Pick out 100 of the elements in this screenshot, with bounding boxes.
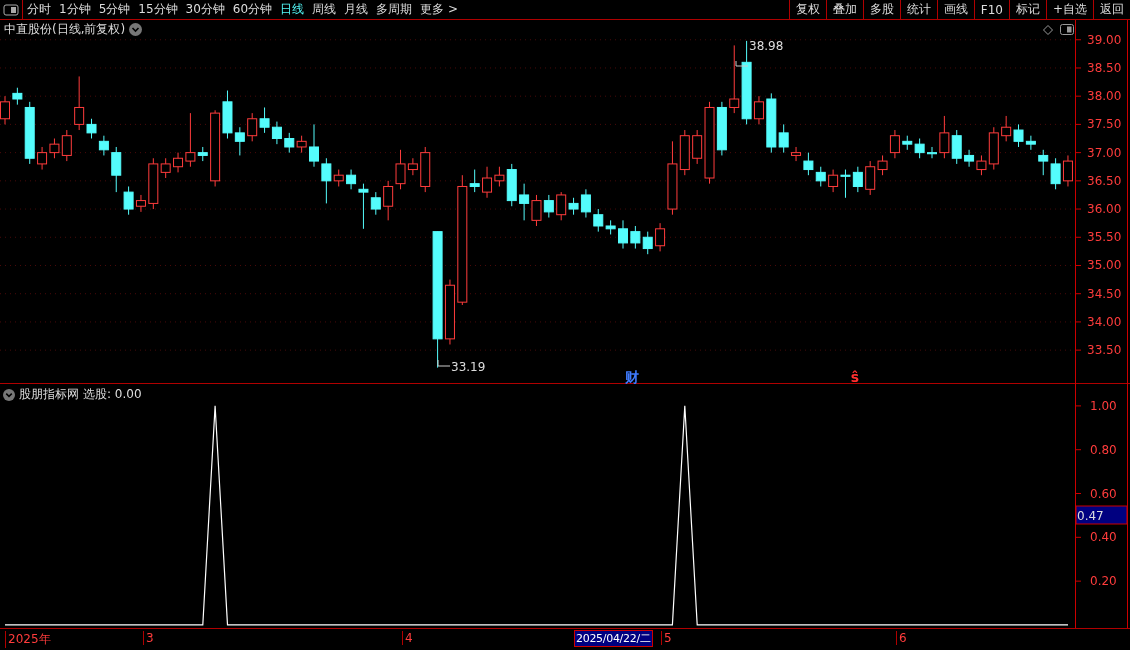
candlestick — [914, 138, 925, 159]
candlestick — [852, 166, 863, 193]
period-tab[interactable]: 更多 > — [416, 0, 462, 19]
price-axis-label: 34.00 — [1087, 314, 1122, 329]
candlestick — [889, 129, 900, 159]
candlestick — [778, 123, 789, 154]
price-axis-label: 36.00 — [1087, 202, 1122, 217]
candlestick — [271, 121, 282, 145]
candlestick — [1013, 123, 1024, 148]
candlestick — [543, 194, 554, 219]
indicator-value: 选股: 0.00 — [83, 386, 142, 403]
candlestick — [791, 146, 802, 162]
candlestick — [815, 166, 826, 187]
high-price-label: 38.98 — [749, 39, 784, 53]
candlestick — [111, 146, 122, 193]
period-tab[interactable]: 5分钟 — [94, 0, 135, 19]
toolbar-button[interactable]: 返回 — [1093, 0, 1130, 19]
toolbar-button[interactable]: 多股 — [862, 0, 900, 19]
period-tab[interactable]: 1分钟 — [55, 0, 95, 19]
toolbar-button[interactable]: 标记 — [1008, 0, 1046, 19]
layout-icon[interactable] — [0, 0, 23, 19]
candlestick — [160, 157, 171, 179]
candlestick — [519, 183, 530, 221]
price-axis-label: 39.00 — [1087, 32, 1122, 47]
event-marker[interactable]: 财 — [625, 369, 639, 384]
candlestick — [358, 183, 369, 230]
candlestick — [692, 129, 703, 165]
candlestick — [1050, 157, 1061, 190]
period-tab[interactable]: 周线 — [308, 0, 341, 19]
price-axis-label: 38.00 — [1087, 89, 1122, 104]
candlestick — [1001, 115, 1012, 142]
candlestick — [556, 191, 567, 221]
toolbar-button[interactable]: 统计 — [899, 0, 937, 19]
candlestick — [61, 129, 72, 162]
toolbar-button[interactable]: 叠加 — [825, 0, 863, 19]
period-tab[interactable]: 30分钟 — [181, 0, 229, 19]
cursor-value: 0.47 — [1077, 509, 1104, 523]
candlestick — [173, 152, 184, 173]
period-tab[interactable]: 15分钟 — [134, 0, 182, 19]
diamond-icon[interactable] — [1043, 25, 1053, 35]
candlestick — [123, 185, 134, 216]
event-marker[interactable]: ŝ — [850, 369, 860, 384]
period-tab[interactable]: 60分钟 — [228, 0, 277, 19]
candlestick — [309, 123, 319, 168]
candlestick — [185, 112, 196, 168]
time-axis-label: 4 — [402, 631, 413, 645]
cursor-date: 2025/04/22/二 — [574, 630, 653, 647]
toolbar-button[interactable]: 复权 — [788, 0, 826, 19]
candlestick — [964, 149, 975, 168]
candlestick — [259, 106, 270, 134]
candlestick — [321, 157, 332, 204]
candlestick — [234, 126, 245, 156]
period-tab[interactable]: 月线 — [340, 0, 373, 19]
candlestick — [642, 231, 653, 255]
toolbar-button[interactable]: 画线 — [936, 0, 974, 19]
low-price-label: 33.19 — [451, 360, 486, 374]
indicator-name: 股朋指标网 — [19, 386, 79, 403]
candlestick — [135, 194, 146, 213]
candlestick — [976, 154, 987, 176]
candlestick — [482, 166, 493, 199]
candlestick — [1025, 135, 1036, 151]
candlestick — [494, 166, 505, 187]
candlestick — [865, 160, 876, 196]
candlestick — [86, 118, 97, 140]
candlestick — [1038, 149, 1049, 176]
chevron-down-icon[interactable] — [129, 23, 143, 36]
candlestick — [37, 146, 48, 171]
candlestick — [49, 138, 60, 159]
period-tab[interactable]: 多周期 — [372, 0, 417, 19]
toolbar-button[interactable]: +自选 — [1045, 0, 1093, 19]
time-axis-label: 6 — [896, 631, 907, 645]
chevron-down-icon[interactable] — [3, 388, 15, 401]
price-axis-label: 34.50 — [1087, 286, 1122, 301]
candlestick — [593, 208, 604, 233]
value-axis-label: 0.80 — [1090, 442, 1117, 457]
value-axis-label: 0.20 — [1090, 574, 1117, 589]
price-axis-label: 35.00 — [1087, 258, 1122, 273]
chart-title: 中直股份(日线,前复权) — [4, 21, 126, 38]
candlestick — [346, 169, 357, 190]
layout-icon[interactable] — [1060, 24, 1074, 35]
candlestick — [395, 149, 406, 190]
candlestick — [655, 222, 666, 252]
candlestick — [98, 135, 109, 156]
candlestick — [877, 154, 888, 176]
candlestick — [469, 169, 480, 193]
leader-line — [437, 359, 451, 367]
value-axis-label: 0.40 — [1090, 530, 1117, 545]
candlestick — [580, 188, 591, 219]
period-tab[interactable]: 日线 — [276, 0, 309, 19]
price-axis-label: 37.50 — [1087, 117, 1122, 132]
toolbar-button[interactable]: F10 — [973, 0, 1009, 19]
price-axis-label: 38.50 — [1087, 60, 1122, 75]
period-tab[interactable]: 分时 — [23, 0, 55, 19]
price-axis-label: 35.50 — [1087, 230, 1122, 245]
candlestick — [803, 152, 814, 176]
value-axis-label: 1.00 — [1090, 398, 1117, 413]
candlestick — [618, 219, 628, 250]
leader-line — [735, 60, 749, 67]
candlestick — [927, 146, 937, 159]
price-axis-label: 36.50 — [1087, 173, 1122, 188]
